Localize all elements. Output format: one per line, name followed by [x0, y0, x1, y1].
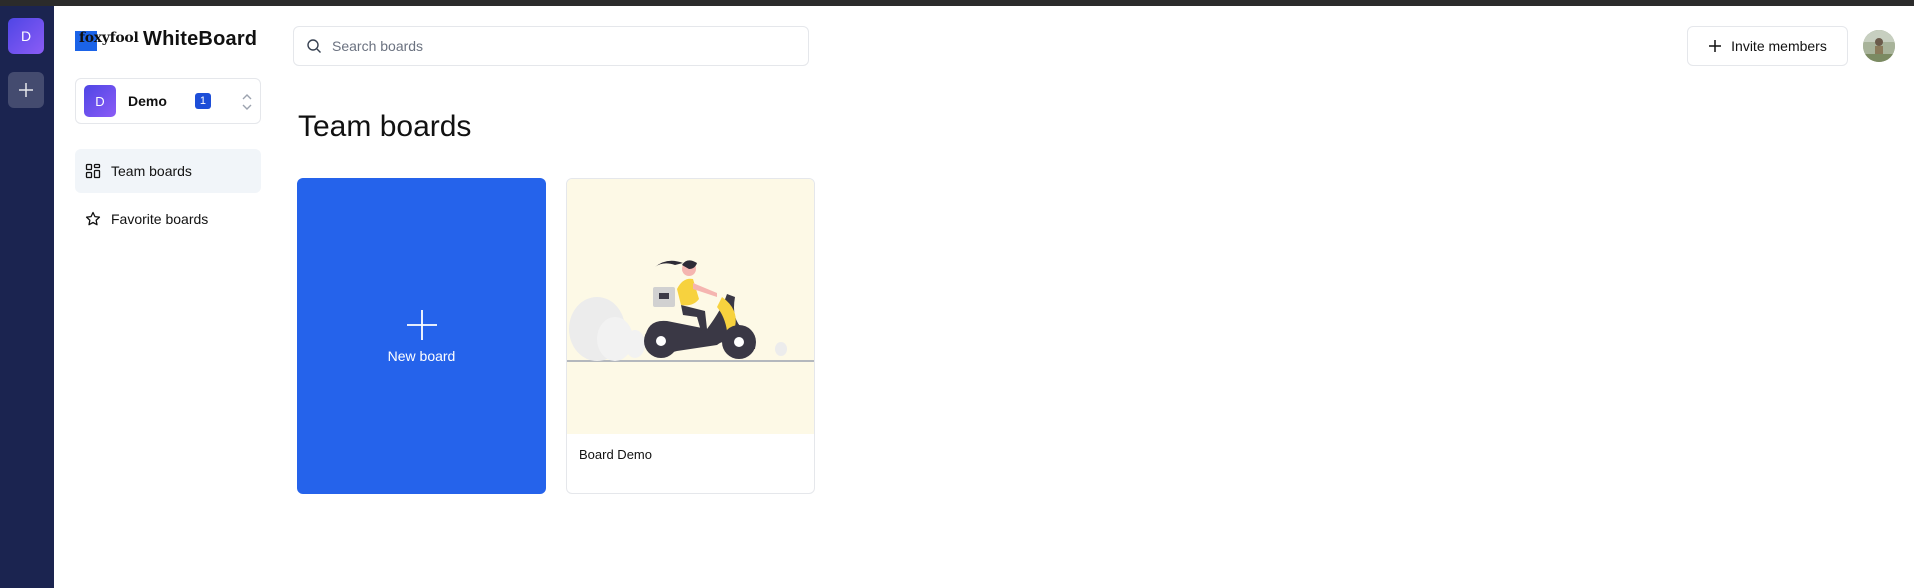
board-name: Board Demo [579, 447, 652, 462]
org-name: Demo [128, 93, 167, 109]
sidebar: foxyfool WhiteBoard D Demo 1 Team boards… [54, 6, 272, 588]
plus-icon [1709, 40, 1722, 52]
scooter-illustration [567, 260, 814, 362]
star-icon [85, 211, 101, 227]
new-board-label: New board [387, 348, 456, 364]
window-top-strip [0, 0, 1914, 6]
plus-icon [19, 83, 33, 97]
chevron-updown-icon [242, 94, 252, 110]
app-logo[interactable]: foxyfool WhiteBoard [75, 28, 257, 51]
org-avatar: D [84, 85, 116, 117]
search-input[interactable] [332, 38, 772, 54]
search-icon [307, 39, 321, 53]
rail-org-button[interactable]: D [8, 18, 44, 54]
add-org-button[interactable] [8, 72, 44, 108]
org-rail: D [0, 6, 54, 588]
grid-icon [85, 163, 101, 179]
sidebar-item-label: Team boards [111, 163, 192, 179]
search-box[interactable] [293, 26, 809, 66]
board-thumbnail [567, 179, 814, 434]
logo-mark: foxyfool [75, 29, 139, 51]
logo-text: foxyfool [79, 29, 139, 46]
sidebar-item-label: Favorite boards [111, 211, 209, 227]
org-switcher[interactable]: D Demo 1 [75, 78, 261, 124]
app-title: WhiteBoard [143, 28, 258, 50]
rail-org-initial: D [20, 28, 32, 44]
sidebar-item-team-boards[interactable]: Team boards [75, 149, 261, 193]
invite-members-label: Invite members [1731, 38, 1827, 54]
sidebar-item-favorite-boards[interactable]: Favorite boards [75, 197, 261, 241]
org-count-badge: 1 [194, 93, 211, 109]
plus-icon [406, 310, 437, 340]
user-avatar[interactable] [1863, 30, 1895, 62]
new-board-button[interactable]: New board [297, 178, 546, 494]
invite-members-button[interactable]: Invite members [1687, 26, 1848, 66]
page-title: Team boards [298, 110, 472, 143]
board-card[interactable]: Board Demo [566, 178, 815, 494]
